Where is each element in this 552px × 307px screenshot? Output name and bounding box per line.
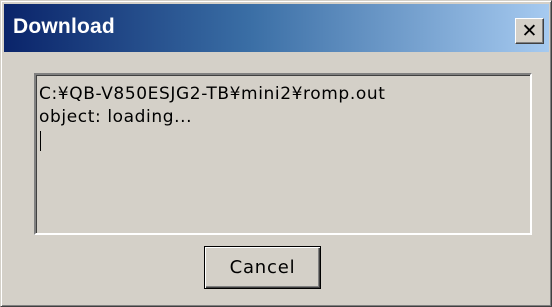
cancel-button[interactable]: Cancel	[204, 246, 321, 289]
log-line-status: object: loading...	[39, 107, 193, 127]
download-log[interactable]: C:¥QB-V850ESJG2-TB¥mini2¥romp.out object…	[34, 73, 532, 235]
close-button[interactable]: ✕	[515, 18, 544, 44]
download-dialog: Download ✕ C:¥QB-V850ESJG2-TB¥mini2¥romp…	[0, 0, 552, 307]
log-line-file-path: C:¥QB-V850ESJG2-TB¥mini2¥romp.out	[39, 84, 386, 104]
title-bar[interactable]: Download ✕	[4, 4, 549, 52]
close-icon: ✕	[521, 19, 538, 42]
window-title: Download	[13, 15, 115, 38]
text-caret	[40, 131, 41, 151]
